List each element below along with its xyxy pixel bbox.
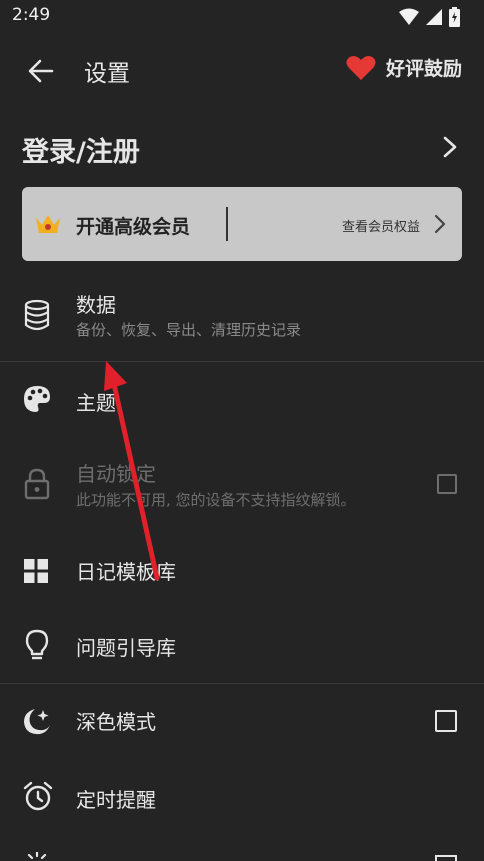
vip-banner[interactable]: 开通高级会员 查看会员权益 (22, 187, 462, 261)
login-row[interactable]: 登录/注册 (0, 118, 484, 178)
dark-mode-checkbox[interactable] (435, 710, 457, 732)
login-label: 登录/注册 (22, 137, 140, 168)
settings-item-reminder[interactable]: 定时提醒 (0, 764, 484, 828)
back-button[interactable] (26, 56, 56, 86)
settings-item-title: 问题引导库 (76, 636, 176, 660)
lightbulb-icon (25, 629, 49, 660)
settings-item-subtitle: 备份、恢复、导出、清理历史记录 (76, 321, 302, 339)
palette-icon (24, 386, 50, 412)
alarm-clock-icon (23, 781, 53, 811)
signal-icon (426, 9, 442, 25)
settings-item-title: 深色模式 (76, 710, 156, 734)
settings-item-theme[interactable]: 主题 (0, 362, 484, 434)
grid-view-icon (24, 559, 48, 583)
settings-item-templates[interactable]: 日记模板库 (0, 534, 484, 606)
wifi-icon (399, 8, 419, 25)
settings-item-subtitle: 此功能不可用, 您的设备不支持指纹解锁。 (76, 491, 356, 509)
arrow-back-icon (28, 59, 54, 83)
partial-checkbox[interactable] (435, 855, 457, 861)
page-title: 设置 (84, 61, 130, 87)
heart-icon (346, 55, 376, 80)
status-bar: 2:49 (0, 0, 484, 34)
brightness-icon (27, 852, 47, 860)
settings-item-title: 数据 (76, 293, 116, 317)
crown-icon (36, 215, 60, 233)
settings-item-dark-mode[interactable]: 深色模式 (0, 686, 484, 758)
lock-icon (24, 468, 50, 500)
settings-item-title: 日记模板库 (76, 560, 176, 584)
status-icons (399, 7, 460, 27)
vip-benefits-link[interactable]: 查看会员权益 (342, 216, 420, 235)
chevron-right-icon (434, 214, 446, 234)
settings-item-title: 主题 (76, 391, 116, 415)
autolock-checkbox[interactable] (437, 474, 457, 494)
status-time: 2:49 (12, 5, 51, 25)
settings-item-title: 定时提醒 (76, 788, 156, 812)
vip-title: 开通高级会员 (76, 216, 191, 238)
battery-charging-icon (449, 7, 460, 27)
settings-item-title: 自动锁定 (76, 462, 156, 486)
toolbar: 设置 好评鼓励 (0, 40, 484, 100)
moon-icon (24, 709, 50, 735)
rate-app-button[interactable]: 好评鼓励 (346, 54, 462, 81)
settings-item-prompts[interactable]: 问题引导库 (0, 610, 484, 682)
settings-item-data[interactable]: 数据 备份、恢复、导出、清理历史记录 (0, 285, 484, 361)
settings-item-autolock[interactable]: 自动锁定 此功能不可用, 您的设备不支持指纹解锁。 (0, 444, 484, 524)
section-divider (0, 683, 484, 684)
database-icon (24, 299, 50, 331)
chevron-right-icon (443, 136, 457, 158)
rate-app-label: 好评鼓励 (385, 58, 462, 80)
vip-divider (226, 207, 228, 241)
